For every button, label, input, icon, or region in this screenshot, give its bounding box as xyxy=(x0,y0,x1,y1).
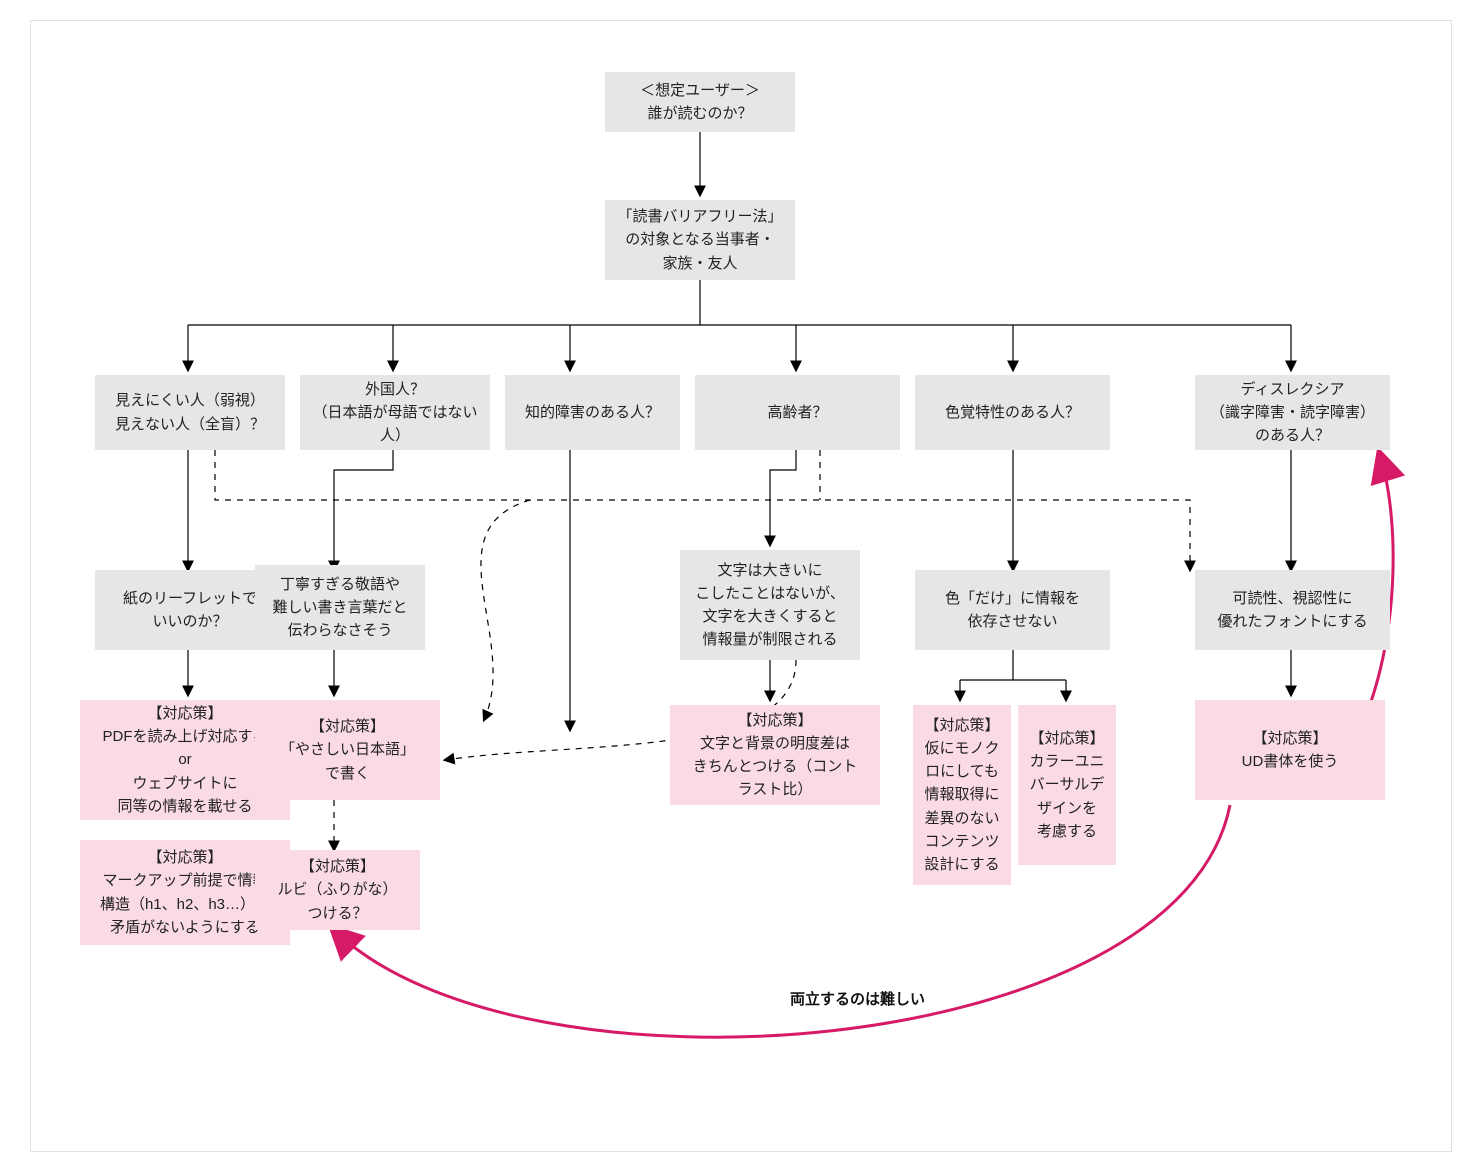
text: 情報取得に xyxy=(924,783,999,806)
note-difficult-both: 両立するのは難しい xyxy=(790,988,925,1009)
text: 【対応策】 xyxy=(693,709,857,732)
node-root: ＜想定ユーザー＞ 誰が読むのか？ xyxy=(605,72,795,132)
text: ルビ（ふりがな） xyxy=(277,878,397,901)
text: のある人？ xyxy=(1210,424,1375,447)
text: 情報量が制限される xyxy=(695,628,845,651)
text: 【対応策】 xyxy=(280,715,415,738)
sol-mono-content: 【対応策】 仮にモノク ロにしても 情報取得に 差異のない コンテンツ 設計にす… xyxy=(913,705,1011,885)
text: 文字は大きいに xyxy=(695,559,845,582)
text: の対象となる当事者・ xyxy=(617,228,782,251)
text: ラスト比） xyxy=(693,778,857,801)
text: 文字と背景の明度差は xyxy=(693,732,857,755)
text: 人） xyxy=(312,424,477,447)
text: 誰が読むのか？ xyxy=(640,102,760,125)
text: 高齢者？ xyxy=(767,401,827,424)
group-low-vision: 見えにくい人（弱視） 見えない人（全盲）？ xyxy=(95,375,285,450)
text: 【対応策】 xyxy=(100,846,270,869)
text: こしたことはないが、 xyxy=(695,582,845,605)
text: ＜想定ユーザー＞ xyxy=(640,79,760,102)
text: 依存させない xyxy=(945,610,1080,633)
text: （日本語が母語ではない xyxy=(312,401,477,424)
text: きちんとつける（コント xyxy=(693,755,857,778)
text: で書く xyxy=(280,762,415,785)
sol-easy-japanese: 【対応策】 「やさしい日本語」 で書く xyxy=(255,700,440,800)
sol-contrast-ratio: 【対応策】 文字と背景の明度差は きちんとつける（コント ラスト比） xyxy=(670,705,880,805)
text: 優れたフォントにする xyxy=(1217,610,1367,633)
text: 矛盾がないようにする xyxy=(100,916,270,939)
group-elderly: 高齢者？ xyxy=(695,375,900,450)
text: UD書体を使う xyxy=(1242,750,1339,773)
text: 【対応策】 xyxy=(102,702,267,725)
text: 可読性、視認性に xyxy=(1217,587,1367,610)
text: 【対応策】 xyxy=(1242,727,1339,750)
text: 色覚特性のある人？ xyxy=(945,401,1080,424)
text: 知的障害のある人？ xyxy=(525,401,660,424)
text: 構造（h1、h2、h3…）に xyxy=(100,893,270,916)
text: ロにしても xyxy=(924,760,999,783)
mid-color-only: 色「だけ」に情報を 依存させない xyxy=(915,570,1110,650)
sol-cud: 【対応策】 カラーユニ バーサルデ ザインを 考慮する xyxy=(1018,705,1116,865)
text: ウェブサイトに xyxy=(102,772,267,795)
text: 「読書バリアフリー法」 xyxy=(617,205,782,228)
text: 色「だけ」に情報を xyxy=(945,587,1080,610)
sol-ud-font: 【対応策】 UD書体を使う xyxy=(1195,700,1385,800)
text: バーサルデ xyxy=(1029,773,1104,796)
sol-ruby-furigana: 【対応策】 ルビ（ふりがな） つける？ xyxy=(255,850,420,930)
text: 考慮する xyxy=(1029,820,1104,843)
text: 見えない人（全盲）？ xyxy=(115,413,265,436)
text: 設計にする xyxy=(924,853,999,876)
text: or xyxy=(102,748,267,771)
text: （識字障害・読字障害） xyxy=(1210,401,1375,424)
mid-font-size: 文字は大きいに こしたことはないが、 文字を大きくすると 情報量が制限される xyxy=(680,550,860,660)
text: 「やさしい日本語」 xyxy=(280,738,415,761)
group-intellectual: 知的障害のある人？ xyxy=(505,375,680,450)
text: つける？ xyxy=(277,902,397,925)
text: 【対応策】 xyxy=(924,714,999,737)
text: 外国人？ xyxy=(312,378,477,401)
text: 仮にモノク xyxy=(924,737,999,760)
text: 見えにくい人（弱視） xyxy=(115,389,265,412)
text: 丁寧すぎる敬語や xyxy=(272,573,407,596)
text: 紙のリーフレットで xyxy=(123,587,257,610)
group-dyslexia: ディスレクシア （識字障害・読字障害） のある人？ xyxy=(1195,375,1390,450)
mid-font-readability: 可読性、視認性に 優れたフォントにする xyxy=(1195,570,1390,650)
group-foreigner: 外国人？ （日本語が母語ではない 人） xyxy=(300,375,490,450)
text: 【対応策】 xyxy=(277,855,397,878)
text: カラーユニ xyxy=(1029,750,1104,773)
text: コンテンツ xyxy=(924,830,999,853)
text: 難しい書き言葉だと xyxy=(272,596,407,619)
text: 同等の情報を載せる xyxy=(102,795,267,818)
text: マークアップ前提で情報 xyxy=(100,869,270,892)
text: PDFを読み上げ対応する xyxy=(102,725,267,748)
text: 差異のない xyxy=(924,807,999,830)
text: 伝わらなさそう xyxy=(272,619,407,642)
mid-polite-words: 丁寧すぎる敬語や 難しい書き言葉だと 伝わらなさそう xyxy=(255,565,425,650)
text: ディスレクシア xyxy=(1210,378,1375,401)
text: ザインを xyxy=(1029,797,1104,820)
text: いいのか？ xyxy=(123,610,257,633)
text: 文字を大きくすると xyxy=(695,605,845,628)
text: 家族・友人 xyxy=(617,252,782,275)
text: 【対応策】 xyxy=(1029,727,1104,750)
group-color-vision: 色覚特性のある人？ xyxy=(915,375,1110,450)
node-subroot: 「読書バリアフリー法」 の対象となる当事者・ 家族・友人 xyxy=(605,200,795,280)
